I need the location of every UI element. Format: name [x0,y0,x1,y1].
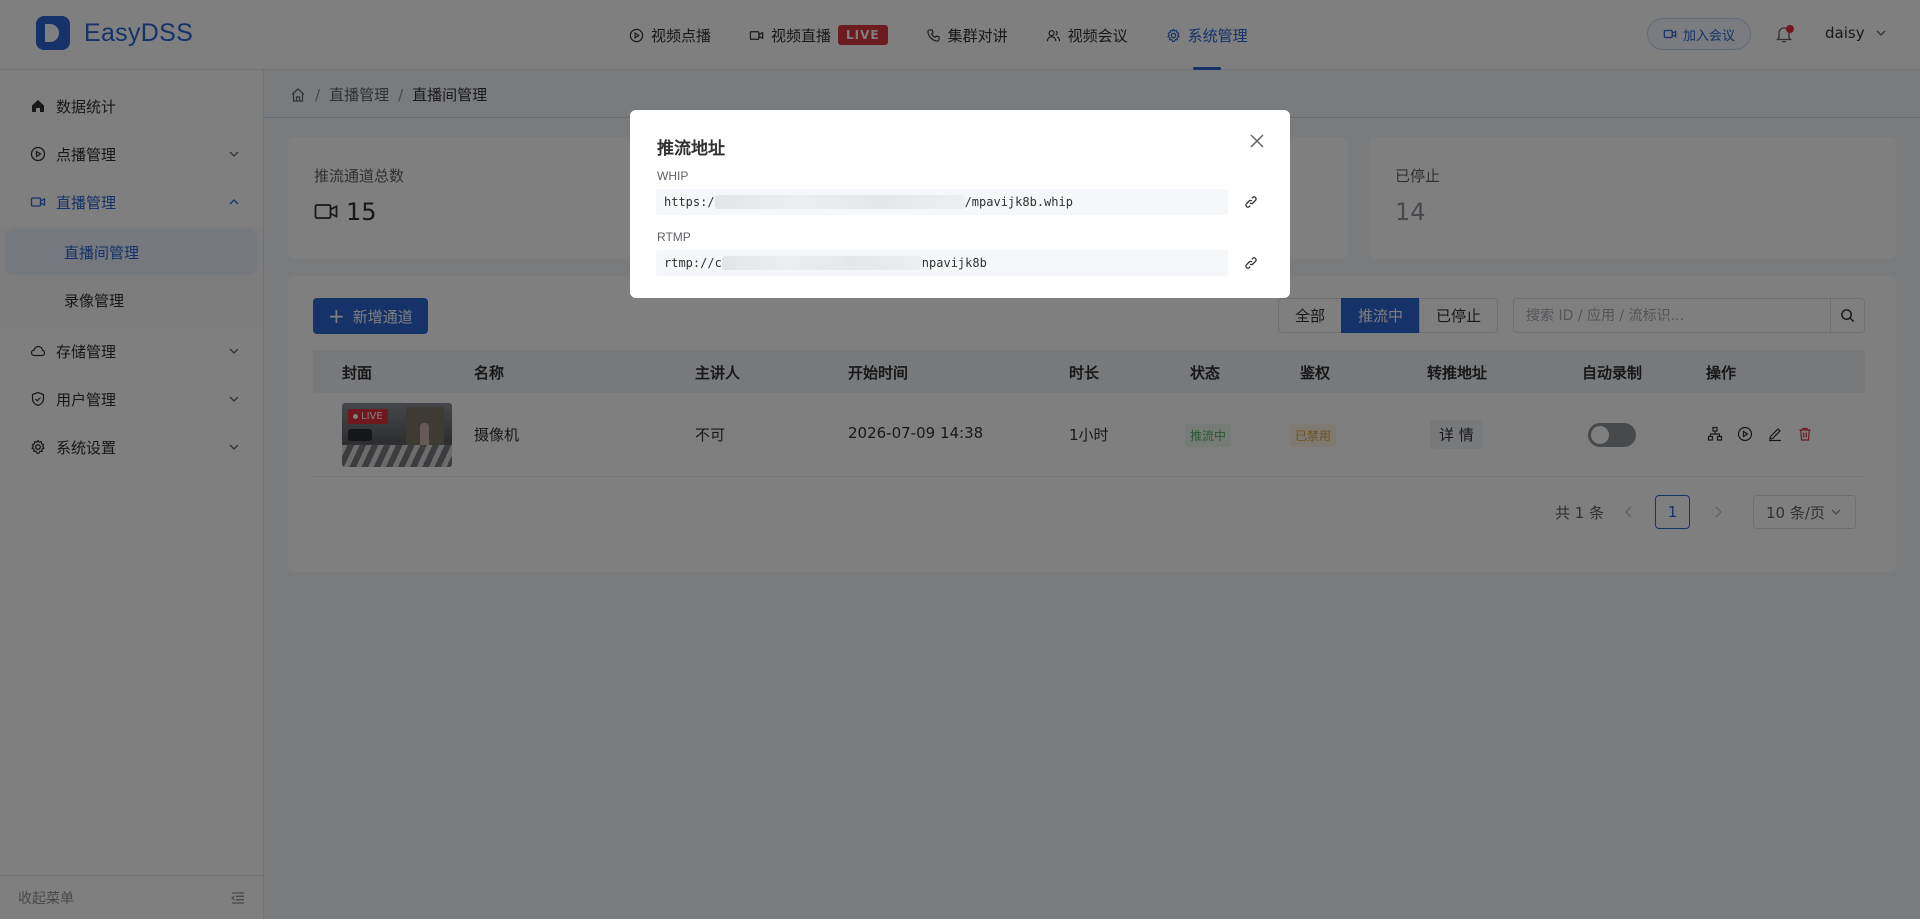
rtmp-address-prefix: rtmp://c [664,256,722,270]
whip-address-prefix: https:/ [664,195,715,209]
dialog-title: 推流地址 [657,139,725,159]
redacted-mask [714,195,965,209]
whip-label: WHIP [657,169,689,183]
redacted-mask [721,256,922,270]
link-icon[interactable] [1243,194,1259,210]
rtmp-address-suffix: npavijk8b [921,256,987,270]
rtmp-address-field[interactable]: rtmp://c npavijk8b [656,250,1228,276]
link-icon[interactable] [1243,255,1259,271]
stream-address-dialog: 推流地址 WHIP https:/ /mpavijk8b.whip RTMP r… [630,110,1290,298]
rtmp-label: RTMP [657,230,691,244]
whip-address-field[interactable]: https:/ /mpavijk8b.whip [656,189,1228,215]
whip-address-suffix: /mpavijk8b.whip [964,195,1073,209]
close-icon[interactable] [1248,132,1266,150]
